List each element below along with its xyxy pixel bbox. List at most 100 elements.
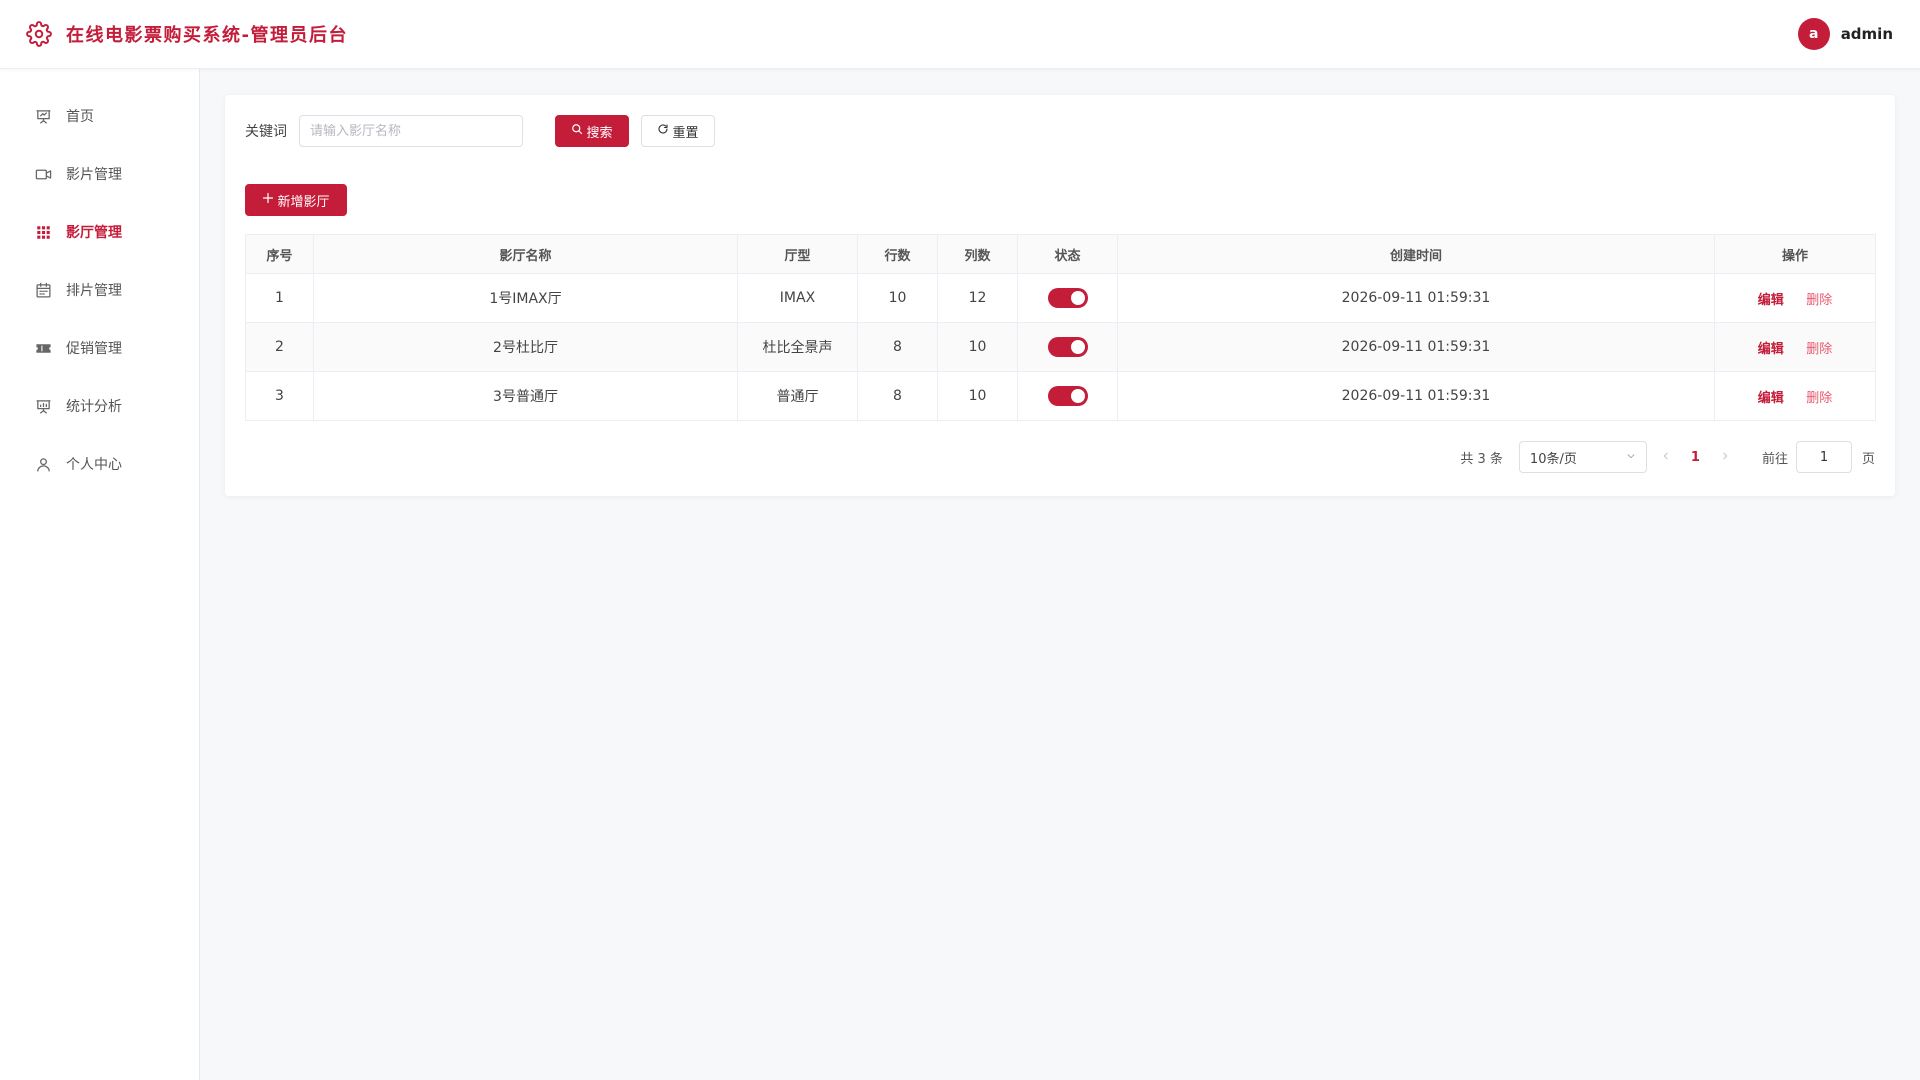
sidebar-item-schedule[interactable]: 排片管理 xyxy=(0,261,199,319)
gear-icon xyxy=(26,21,52,47)
avatar[interactable]: a xyxy=(1797,18,1830,50)
cell-status xyxy=(1017,322,1118,372)
content-card: 关键词 搜索 重置 新增影厅 序号 影厅名称 xyxy=(225,95,1895,496)
cell-index: 2 xyxy=(245,322,314,372)
cell-name: 2号杜比厅 xyxy=(313,322,738,372)
sidebar-item-home[interactable]: 首页 xyxy=(0,87,199,145)
sidebar-item-label: 促销管理 xyxy=(66,341,122,357)
pagination-total: 共 3 条 xyxy=(1460,451,1503,467)
edit-link[interactable]: 编辑 xyxy=(1758,342,1784,357)
ticket-icon xyxy=(34,339,52,357)
delete-link[interactable]: 删除 xyxy=(1806,342,1832,357)
search-button-label: 搜索 xyxy=(586,125,613,141)
chart-board-icon xyxy=(34,397,52,415)
sidebar: 首页 影片管理 影厅管理 排片管理 促销管理 统计分析 个人中心 xyxy=(0,69,200,1080)
sidebar-item-label: 首页 xyxy=(66,109,94,125)
cell-index: 1 xyxy=(245,273,314,323)
brand: 在线电影票购买系统-管理员后台 xyxy=(26,21,348,47)
table-row: 3 3号普通厅 普通厅 8 10 2026-09-11 01:59:31 编辑 … xyxy=(245,371,1876,421)
edit-link[interactable]: 编辑 xyxy=(1758,293,1784,308)
page-size-value: 10条/页 xyxy=(1529,451,1577,467)
status-toggle[interactable] xyxy=(1047,386,1088,406)
sidebar-item-label: 影厅管理 xyxy=(66,225,122,241)
column-header-type: 厅型 xyxy=(737,234,858,274)
page-size-select[interactable]: 10条/页 xyxy=(1518,441,1647,473)
column-header-actions: 操作 xyxy=(1714,234,1876,274)
table-row: 2 2号杜比厅 杜比全景声 8 10 2026-09-11 01:59:31 编… xyxy=(245,322,1876,372)
reset-button-label: 重置 xyxy=(672,125,699,141)
cell-cols: 10 xyxy=(937,371,1018,421)
cell-created: 2026-09-11 01:59:31 xyxy=(1117,322,1715,372)
toggle-knob xyxy=(1070,389,1085,403)
pagination: 共 3 条 10条/页 1 前往 页 xyxy=(245,441,1875,473)
search-label: 关键词 xyxy=(245,124,287,140)
status-toggle[interactable] xyxy=(1047,288,1088,308)
toggle-knob xyxy=(1070,291,1085,305)
status-toggle[interactable] xyxy=(1047,337,1088,357)
refresh-icon xyxy=(657,123,669,139)
user-menu[interactable]: a admin xyxy=(1797,18,1893,50)
add-hall-button-label: 新增影厅 xyxy=(277,194,330,210)
plus-icon xyxy=(262,192,274,208)
sidebar-item-profile[interactable]: 个人中心 xyxy=(0,435,199,493)
chevron-left-icon xyxy=(1663,452,1668,459)
presentation-icon xyxy=(34,107,52,125)
cell-rows: 8 xyxy=(857,371,938,421)
delete-link[interactable]: 删除 xyxy=(1806,293,1832,308)
cell-actions: 编辑 删除 xyxy=(1714,322,1876,372)
cell-name: 1号IMAX厅 xyxy=(313,273,738,323)
column-header-name: 影厅名称 xyxy=(313,234,738,274)
cell-cols: 12 xyxy=(937,273,1018,323)
page-unit-label: 页 xyxy=(1861,451,1875,467)
search-bar: 关键词 搜索 重置 xyxy=(245,115,1875,147)
goto-label: 前往 xyxy=(1761,451,1788,467)
next-page-button[interactable] xyxy=(1720,450,1730,465)
sidebar-item-label: 统计分析 xyxy=(66,399,122,415)
sidebar-item-label: 排片管理 xyxy=(66,283,122,299)
search-icon xyxy=(571,123,583,139)
calendar-icon xyxy=(34,281,52,299)
cell-rows: 10 xyxy=(857,273,938,323)
column-header-index: 序号 xyxy=(245,234,314,274)
edit-link[interactable]: 编辑 xyxy=(1758,391,1784,406)
cell-type: IMAX xyxy=(737,273,858,323)
cell-created: 2026-09-11 01:59:31 xyxy=(1117,371,1715,421)
user-name[interactable]: admin xyxy=(1841,25,1893,43)
prev-page-button[interactable] xyxy=(1661,450,1671,465)
sidebar-item-label: 个人中心 xyxy=(66,457,122,473)
video-camera-icon xyxy=(34,165,52,183)
cell-cols: 10 xyxy=(937,322,1018,372)
column-header-cols: 列数 xyxy=(937,234,1018,274)
sidebar-item-halls[interactable]: 影厅管理 xyxy=(0,203,199,261)
cell-type: 杜比全景声 xyxy=(737,322,858,372)
user-icon xyxy=(34,455,52,473)
toggle-knob xyxy=(1070,340,1085,354)
cell-index: 3 xyxy=(245,371,314,421)
cell-created: 2026-09-11 01:59:31 xyxy=(1117,273,1715,323)
delete-link[interactable]: 删除 xyxy=(1806,391,1832,406)
chevron-down-icon xyxy=(1626,450,1636,465)
sidebar-item-label: 影片管理 xyxy=(66,167,122,183)
chevron-right-icon xyxy=(1723,452,1728,459)
table-header-row: 序号 影厅名称 厅型 行数 列数 状态 创建时间 操作 xyxy=(245,234,1876,274)
search-input[interactable] xyxy=(299,115,523,147)
column-header-rows: 行数 xyxy=(857,234,938,274)
column-header-status: 状态 xyxy=(1017,234,1118,274)
sidebar-item-statistics[interactable]: 统计分析 xyxy=(0,377,199,435)
reset-button[interactable]: 重置 xyxy=(641,115,715,147)
search-button[interactable]: 搜索 xyxy=(555,115,629,147)
cell-actions: 编辑 删除 xyxy=(1714,371,1876,421)
page-number-current[interactable]: 1 xyxy=(1691,450,1700,465)
column-header-created: 创建时间 xyxy=(1117,234,1715,274)
top-header: 在线电影票购买系统-管理员后台 a admin xyxy=(0,0,1920,69)
cell-actions: 编辑 删除 xyxy=(1714,273,1876,323)
cell-name: 3号普通厅 xyxy=(313,371,738,421)
sidebar-item-promotions[interactable]: 促销管理 xyxy=(0,319,199,377)
goto-page-input[interactable] xyxy=(1795,441,1852,473)
sidebar-item-movies[interactable]: 影片管理 xyxy=(0,145,199,203)
app-title: 在线电影票购买系统-管理员后台 xyxy=(66,25,348,46)
cell-rows: 8 xyxy=(857,322,938,372)
grid-icon xyxy=(34,223,52,241)
cell-status xyxy=(1017,371,1118,421)
add-hall-button[interactable]: 新增影厅 xyxy=(245,184,347,216)
